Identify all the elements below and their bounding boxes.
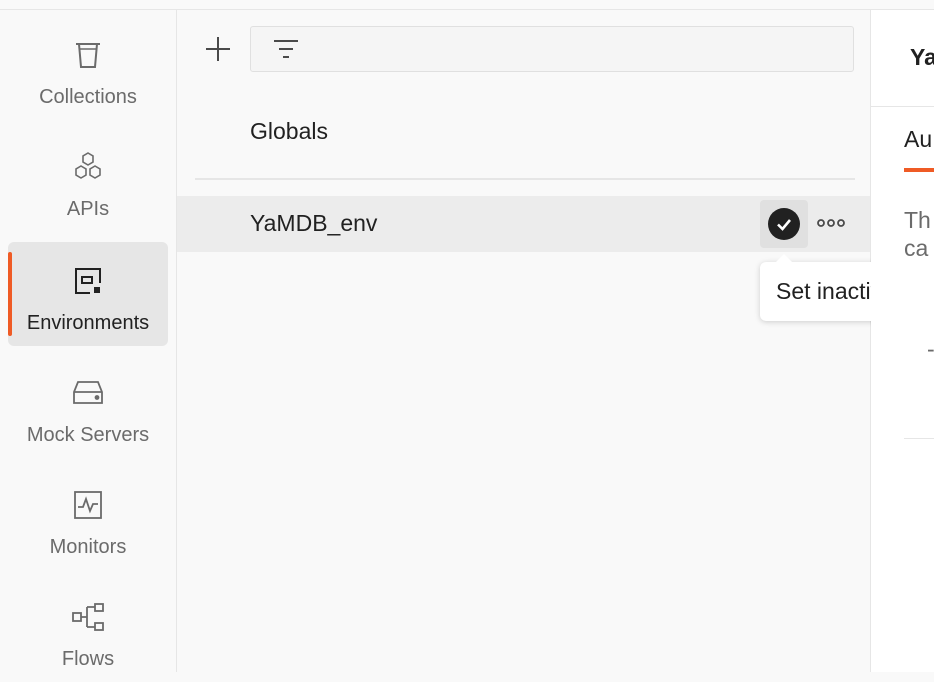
environment-detail-panel: Ya Au Th ca -	[871, 10, 934, 672]
server-icon	[8, 376, 168, 410]
sidebar-item-apis[interactable]: APIs	[8, 128, 168, 232]
sidebar-item-label: Environments	[26, 312, 150, 334]
sidebar-item-collections[interactable]: Collections	[8, 16, 168, 120]
divider	[871, 106, 934, 107]
set-active-toggle-button[interactable]	[760, 200, 808, 248]
filter-input[interactable]	[311, 27, 845, 73]
flows-icon	[8, 600, 168, 634]
environment-name: YaMDB_env	[250, 210, 378, 236]
description-line: ca	[904, 235, 929, 261]
sidebar-item-label: APIs	[66, 198, 110, 220]
active-tab-indicator	[904, 168, 934, 172]
sidebar-item-monitors[interactable]: Monitors	[8, 466, 168, 570]
environment-list-panel: Globals YaMDB_env	[177, 10, 871, 672]
filter-icon	[271, 35, 301, 70]
divider	[195, 178, 855, 180]
sidebar-item-label: Mock Servers	[26, 424, 150, 446]
filter-search-box[interactable]	[250, 26, 854, 73]
sidebar-item-environments[interactable]: Environments	[8, 242, 168, 346]
more-horizontal-icon	[816, 215, 846, 233]
environment-row[interactable]: YaMDB_env	[177, 196, 870, 252]
sidebar-item-flows[interactable]: Flows	[8, 578, 168, 682]
environment-icon	[8, 264, 168, 298]
add-environment-button[interactable]	[201, 34, 235, 68]
cut-off-text: -	[927, 336, 934, 362]
tab-authorization[interactable]: Au	[904, 126, 932, 153]
hexagons-icon	[8, 150, 168, 184]
sidebar-item-label: Monitors	[49, 536, 127, 558]
plus-icon	[204, 35, 232, 68]
sidebar: Collections APIs Environments Mock Serve…	[0, 10, 177, 672]
top-border	[0, 0, 934, 10]
divider	[904, 438, 934, 439]
environment-title: Ya	[910, 44, 934, 70]
sidebar-item-label: Flows	[61, 648, 115, 670]
sidebar-item-label: Collections	[39, 86, 137, 108]
checkmark-icon	[768, 208, 800, 240]
globals-item[interactable]: Globals	[250, 118, 328, 145]
monitor-pulse-icon	[8, 488, 168, 522]
description-line: Th	[904, 207, 931, 233]
sidebar-item-mock-servers[interactable]: Mock Servers	[8, 354, 168, 458]
trash-can-icon	[8, 38, 168, 72]
more-options-button[interactable]	[813, 208, 849, 240]
description-text: Th ca	[904, 206, 931, 262]
